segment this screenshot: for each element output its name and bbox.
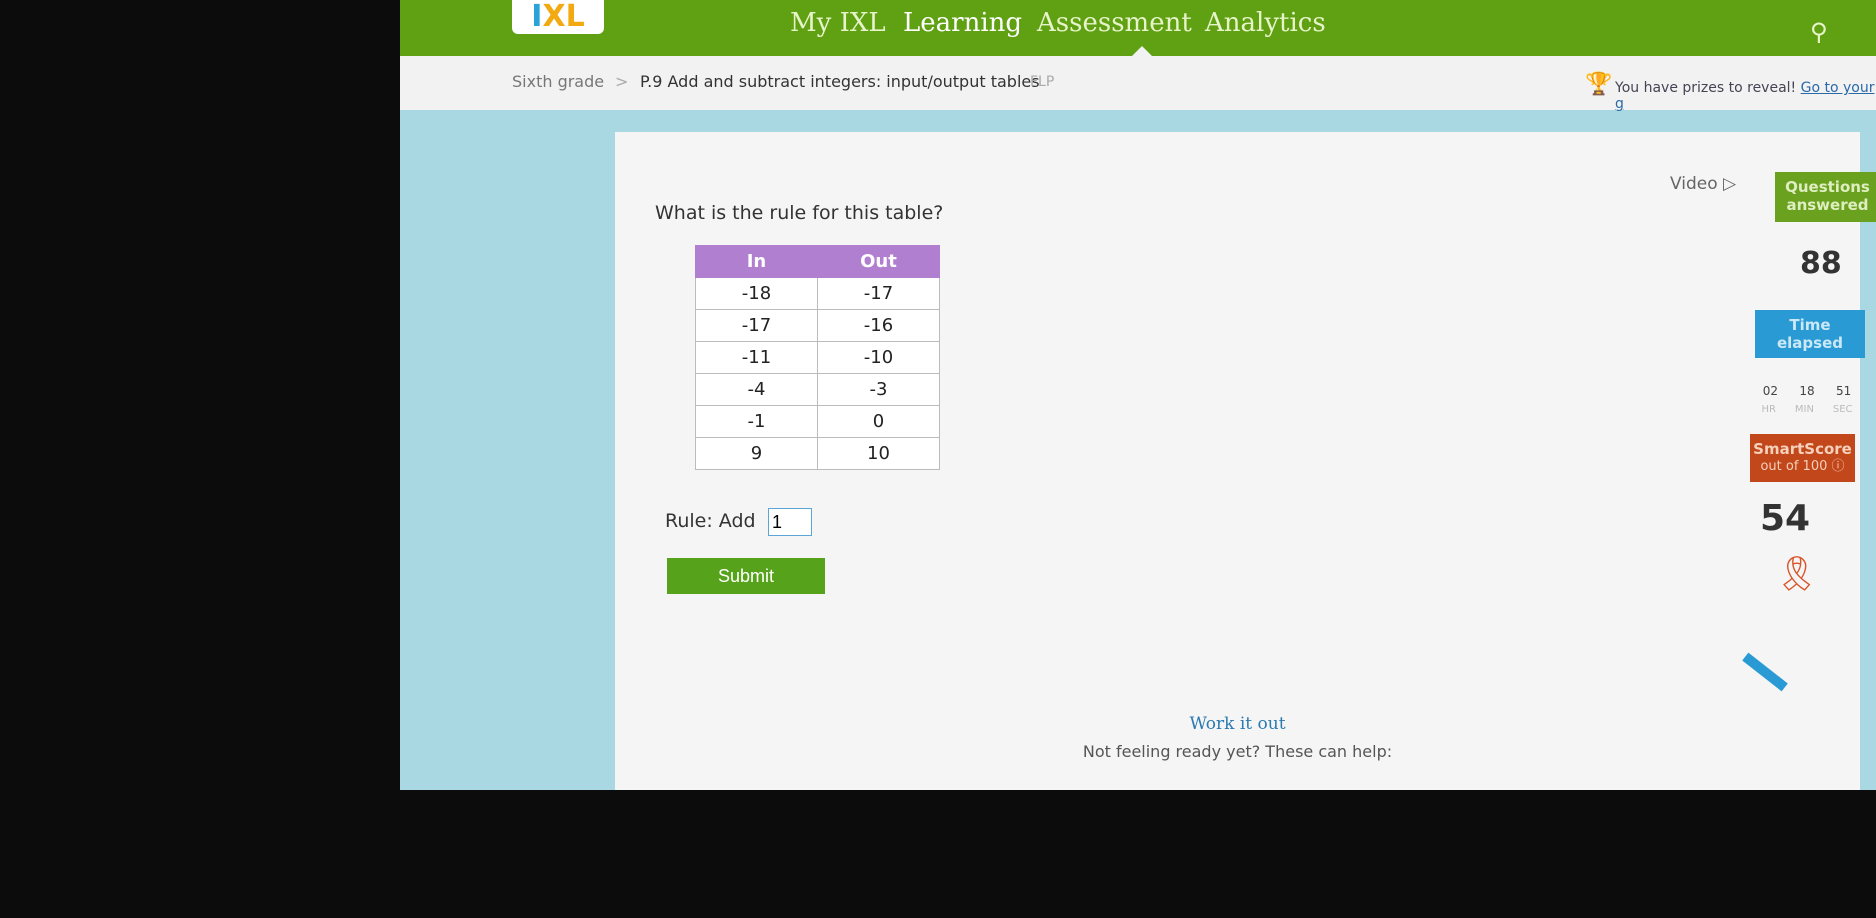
unit-hr: HR	[1761, 404, 1776, 415]
nav-analytics[interactable]: Analytics	[1205, 8, 1326, 38]
cell-out: 0	[817, 405, 940, 438]
answer-input[interactable]	[768, 508, 812, 536]
cell-out: -10	[817, 341, 940, 374]
table-row: -18 -17	[695, 277, 940, 310]
pencil-icon[interactable]	[1742, 652, 1788, 692]
cell-in: -11	[695, 341, 818, 374]
unit-sec: SEC	[1832, 404, 1853, 415]
time-elapsed-label: Time elapsed	[1755, 310, 1865, 358]
smartscore-label: SmartScore out of 100 ⓘ	[1750, 434, 1855, 482]
ribbon-award-icon: 🎗	[1775, 554, 1819, 594]
nav-assessment[interactable]: Assessment	[1037, 8, 1192, 38]
cell-out: -17	[817, 277, 940, 310]
breadcrumb-skill: P.9 Add and subtract integers: input/out…	[640, 72, 1040, 91]
table-row: -1 0	[695, 405, 940, 438]
cell-out: -16	[817, 309, 940, 342]
cell-in: -1	[695, 405, 818, 438]
smartscore-value: 54	[1760, 498, 1811, 539]
cell-out: 10	[817, 437, 940, 470]
breadcrumb-grade[interactable]: Sixth grade	[512, 72, 604, 91]
video-link[interactable]: Video ▷	[1670, 174, 1736, 194]
cell-in: -18	[695, 277, 818, 310]
questions-answered-label: Questions answered	[1775, 172, 1876, 222]
smartscore-subtitle: out of 100	[1760, 459, 1828, 474]
table-header-row: In Out	[695, 245, 940, 278]
trophy-icon: 🏆	[1585, 72, 1613, 97]
prize-notice: You have prizes to reveal! Go to your g	[1615, 80, 1876, 112]
practice-card: What is the rule for this table? In Out -…	[615, 132, 1876, 790]
table-row: -17 -16	[695, 309, 940, 342]
timer-min: 18	[1799, 384, 1815, 398]
header-out: Out	[817, 245, 940, 278]
timer-sec: 51	[1836, 384, 1852, 398]
question-prompt: What is the rule for this table?	[655, 202, 944, 224]
smartscore-title: SmartScore	[1753, 440, 1852, 458]
questions-answered-value: 88	[1800, 246, 1842, 281]
cell-out: -3	[817, 373, 940, 406]
submit-button[interactable]: Submit	[667, 558, 825, 594]
timer-hr: 02	[1762, 384, 1778, 398]
nav-learning[interactable]: Learning	[903, 8, 1022, 38]
help-icon[interactable]: ⓘ	[1832, 459, 1845, 474]
prize-text: You have prizes to reveal!	[1615, 80, 1797, 96]
header-in: In	[695, 245, 818, 278]
skill-code: FLP	[1030, 74, 1055, 90]
input-output-table: In Out -18 -17 -17 -16 -11 -10 -4 -3 -1 0 9 10	[695, 245, 940, 470]
timer: 02 18 51	[1752, 384, 1862, 398]
search-icon[interactable]: ⚲	[1810, 18, 1828, 46]
table-row: -11 -10	[695, 341, 940, 374]
ixl-logo[interactable]: IXL	[512, 0, 604, 34]
table-row: -4 -3	[695, 373, 940, 406]
rule-label: Rule: Add	[665, 510, 756, 532]
table-row: 9 10	[695, 437, 940, 470]
cell-in: -4	[695, 373, 818, 406]
cell-in: -17	[695, 309, 818, 342]
work-it-out-heading: Work it out	[1189, 714, 1286, 734]
unit-min: MIN	[1794, 404, 1814, 415]
video-label: Video	[1670, 174, 1718, 194]
cell-in: 9	[695, 437, 818, 470]
breadcrumb-separator: >	[615, 72, 629, 91]
timer-units: HR MIN SEC	[1752, 404, 1862, 415]
nav-my-ixl[interactable]: My IXL	[790, 8, 886, 38]
ixl-screen: IXL My IXL Learning Assessment Analytics…	[400, 0, 1876, 790]
play-icon: ▷	[1723, 174, 1737, 194]
help-text: Not feeling ready yet? These can help:	[1082, 742, 1393, 761]
